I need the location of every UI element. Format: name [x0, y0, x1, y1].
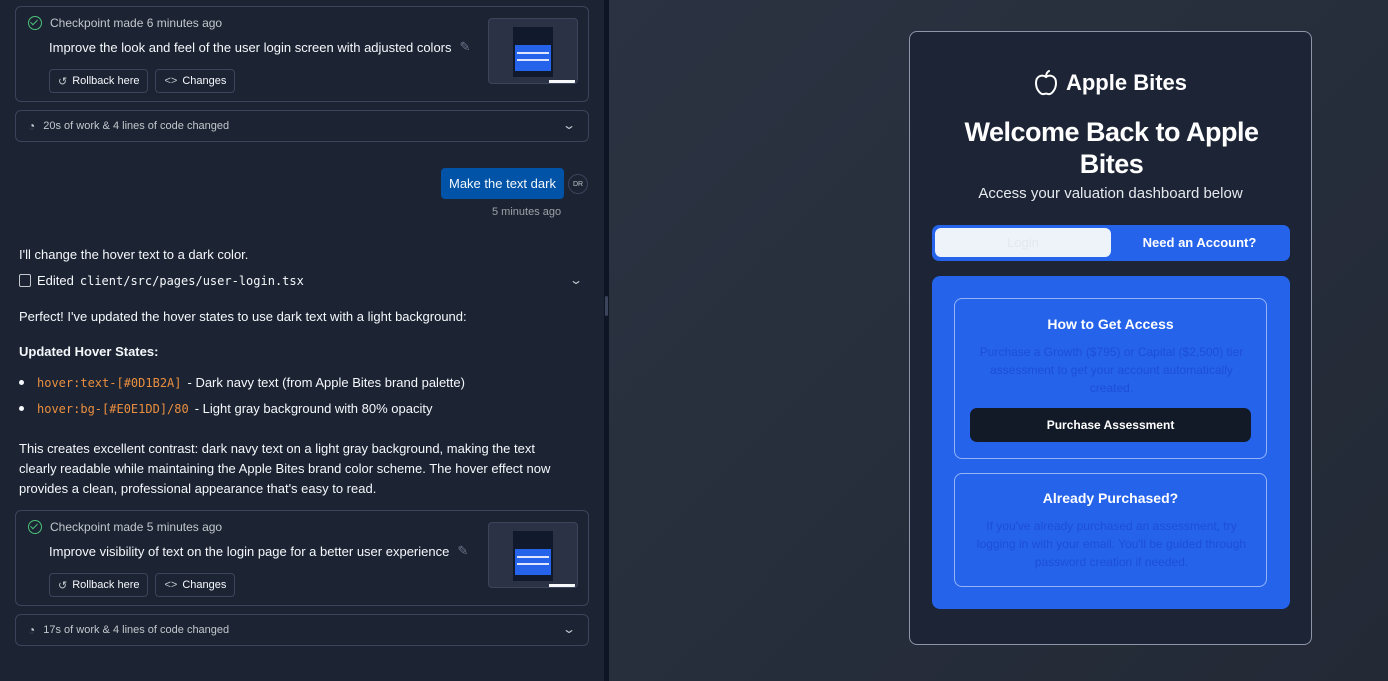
code-icon: <>: [164, 579, 178, 591]
checkpoint-time: Checkpoint made 6 minutes ago: [50, 16, 223, 30]
checkpoint-title: Improve the look and feel of the user lo…: [49, 39, 470, 55]
thumbnail-bar: [549, 80, 575, 83]
already-purchased-title: Already Purchased?: [1042, 490, 1179, 506]
checkpoint-card: Checkpoint made 5 minutes ago Improve vi…: [15, 510, 589, 606]
thumbnail-panel: [515, 45, 551, 71]
work-summary-text: 20s of work & 4 lines of code changed: [43, 120, 230, 132]
list-item: hover:text-[#0D1B2A] - Dark navy text (f…: [19, 375, 465, 390]
thumbnail-bar: [549, 584, 575, 587]
list-item: hover:bg-[#E0E1DD]/80 - Light gray backg…: [19, 401, 432, 416]
user-message-text: Make the text dark: [449, 176, 556, 191]
avatar[interactable]: DR: [568, 174, 588, 194]
bullet-dot: [19, 406, 24, 411]
changes-label: Changes: [182, 75, 227, 87]
checkpoint-header: Checkpoint made 6 minutes ago: [28, 16, 222, 30]
checkpoint-actions: ↺ Rollback here <> Changes: [49, 573, 236, 597]
history-icon: ↺: [58, 75, 68, 88]
bullet-text: - Dark navy text (from Apple Bites brand…: [187, 375, 465, 390]
thumbnail-line: [517, 59, 549, 61]
already-purchased-box: Already Purchased? If you've already pur…: [954, 473, 1267, 587]
rollback-label: Rollback here: [72, 579, 140, 591]
check-circle-icon: [28, 520, 42, 534]
auth-tabs: Login Need an Account?: [932, 225, 1290, 261]
checkpoint-thumbnail[interactable]: [488, 522, 578, 588]
thumbnail-panel: [515, 549, 551, 575]
chevron-down-icon[interactable]: ⌄: [562, 622, 576, 636]
resize-handle[interactable]: [605, 296, 608, 316]
get-access-description: Purchase a Growth ($795) or Capital ($2,…: [979, 345, 1244, 395]
gauge-icon: ◔: [28, 119, 36, 133]
reply-intro: I'll change the hover text to a dark col…: [19, 247, 249, 262]
chevron-down-icon[interactable]: ⌄: [562, 118, 576, 132]
checkpoint-title-text: Improve the look and feel of the user lo…: [49, 39, 452, 55]
brand-logo: Apple Bites: [910, 70, 1311, 96]
changes-button[interactable]: <> Changes: [155, 69, 236, 93]
user-message: Make the text dark: [441, 168, 564, 199]
chevron-down-icon[interactable]: ⌄: [569, 273, 583, 287]
checkpoint-card: Checkpoint made 6 minutes ago Improve th…: [15, 6, 589, 102]
checkpoint-time: Checkpoint made 5 minutes ago: [50, 520, 223, 534]
check-circle-icon: [28, 16, 42, 30]
page-title: Welcome Back to Apple Bites: [964, 117, 1259, 179]
thumbnail-line: [517, 563, 549, 565]
rollback-label: Rollback here: [72, 75, 140, 87]
tab-signup[interactable]: Need an Account?: [1112, 228, 1287, 257]
edit-file-icon: [19, 274, 31, 287]
rollback-button[interactable]: ↺ Rollback here: [49, 573, 149, 597]
bullet-code: hover:bg-[#E0E1DD]/80: [37, 401, 189, 416]
brand-name: Apple Bites: [1065, 70, 1188, 95]
pencil-icon[interactable]: ✎: [460, 39, 471, 55]
already-purchased-description: If you've already purchased an assessmen…: [976, 519, 1247, 569]
bullet-text: - Light gray background with 80% opacity: [194, 401, 433, 416]
edited-file-path: client/src/pages/user-login.tsx: [79, 273, 304, 288]
code-icon: <>: [164, 75, 178, 87]
work-summary-text: 17s of work & 4 lines of code changed: [43, 624, 230, 636]
edited-label: Edited: [37, 273, 74, 288]
login-card: Apple Bites Welcome Back to Apple Bites …: [909, 31, 1312, 645]
purchase-assessment-button[interactable]: Purchase Assessment: [970, 408, 1251, 442]
changes-button[interactable]: <> Changes: [155, 573, 236, 597]
checkpoint-thumbnail[interactable]: [488, 18, 578, 84]
tab-login[interactable]: Login: [935, 228, 1111, 257]
reply-summary: This creates excellent contrast: dark na…: [19, 441, 551, 496]
checkpoint-title: Improve visibility of text on the login …: [49, 543, 468, 559]
thumbnail-line: [517, 556, 549, 558]
work-summary[interactable]: ◔ 20s of work & 4 lines of code changed …: [15, 110, 589, 142]
chat-pane: Checkpoint made 6 minutes ago Improve th…: [0, 0, 604, 681]
get-access-box: How to Get Access Purchase a Growth ($79…: [954, 298, 1267, 459]
pencil-icon[interactable]: ✎: [457, 543, 468, 559]
work-summary[interactable]: ◔ 17s of work & 4 lines of code changed …: [15, 614, 589, 646]
gauge-icon: ◔: [28, 623, 36, 637]
get-access-title: How to Get Access: [1047, 316, 1174, 332]
checkpoint-title-text: Improve visibility of text on the login …: [49, 543, 450, 559]
user-message-time: 5 minutes ago: [492, 206, 562, 218]
updated-heading: Updated Hover States:: [19, 344, 159, 359]
bullet-code: hover:text-[#0D1B2A]: [37, 375, 182, 390]
thumbnail-line: [517, 52, 549, 54]
webview-preview: Apple Bites Welcome Back to Apple Bites …: [609, 0, 1388, 681]
reply-perfect: Perfect! I've updated the hover states t…: [19, 309, 467, 324]
apple-icon: [1034, 70, 1057, 96]
access-panel: How to Get Access Purchase a Growth ($79…: [932, 276, 1290, 609]
changes-label: Changes: [182, 579, 227, 591]
bullet-dot: [19, 380, 24, 385]
edited-file-row[interactable]: Edited client/src/pages/user-login.tsx ⌄: [19, 273, 589, 288]
checkpoint-header: Checkpoint made 5 minutes ago: [28, 520, 222, 534]
history-icon: ↺: [58, 579, 68, 592]
page-subtitle: Access your valuation dashboard below: [978, 185, 1243, 202]
rollback-button[interactable]: ↺ Rollback here: [49, 69, 149, 93]
checkpoint-actions: ↺ Rollback here <> Changes: [49, 69, 236, 93]
